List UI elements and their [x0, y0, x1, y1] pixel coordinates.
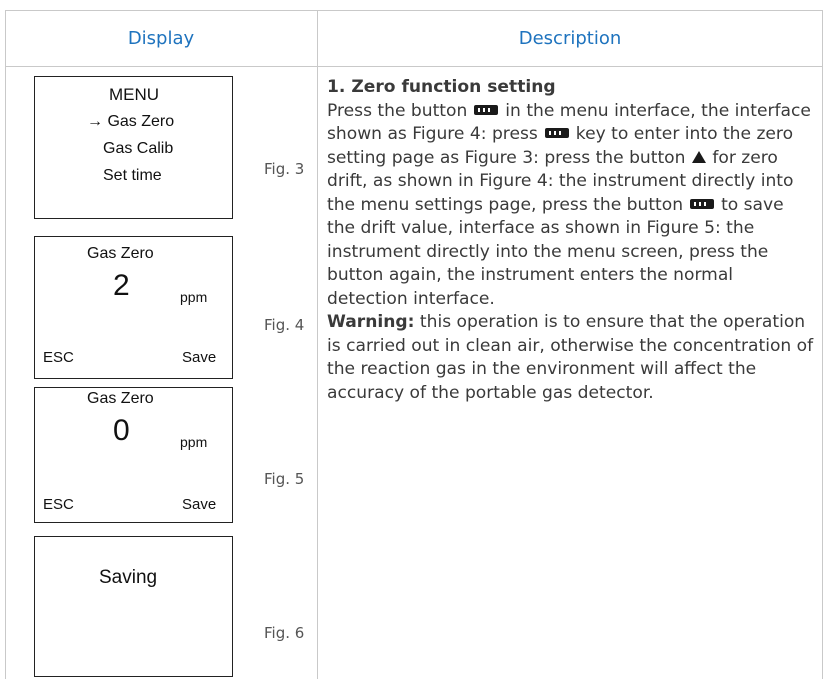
unit-label: ppm [180, 289, 208, 305]
menu-key-icon [690, 198, 715, 209]
lcd-screen-saving: Saving [34, 536, 233, 677]
screen-title: Gas Zero [87, 390, 154, 407]
section-heading: 1. Zero function setting [327, 77, 556, 97]
esc-label: ESC [43, 496, 74, 513]
menu-item-gas-calib: Gas Calib [103, 140, 174, 157]
save-label: Save [182, 349, 217, 366]
menu-title: MENU [109, 85, 160, 104]
table-left-border [5, 10, 6, 679]
warning-paragraph: Warning: this operation is to ensure tha… [327, 311, 817, 405]
menu-item-set-time: Set time [103, 167, 162, 184]
lcd-screen-menu: MENU → Gas Zero Gas Calib Set time [34, 76, 233, 219]
description-text: 1. Zero function setting Press the butto… [327, 76, 817, 405]
menu-key-icon [544, 128, 569, 138]
fig-5-label: Fig. 5 [264, 470, 305, 488]
instruction-text-1: Press the button [327, 100, 468, 121]
instructions-paragraph: Press the button in the menu interface, t… [327, 100, 817, 312]
unit-label: ppm [180, 434, 208, 450]
save-label: Save [182, 496, 217, 513]
fig-4-label: Fig. 4 [264, 316, 305, 334]
screen-title: Gas Zero [87, 245, 154, 262]
lcd-screen-gas-zero-0: Gas Zero 0 ppm ESC Save [34, 387, 233, 523]
table-right-border [822, 10, 823, 679]
warning-label: Warning: [327, 312, 415, 332]
table-header-divider [5, 66, 823, 67]
menu-key-icon [474, 104, 499, 115]
saving-text: Saving [99, 567, 158, 588]
esc-label: ESC [43, 349, 74, 366]
fig-3-label: Fig. 3 [264, 160, 305, 178]
fig-6-label: Fig. 6 [264, 624, 305, 642]
table-column-divider [317, 10, 318, 679]
menu-item-gas-zero: → Gas Zero [87, 113, 175, 130]
zero-value: 0 [113, 414, 130, 447]
up-triangle-icon [691, 150, 706, 163]
zero-value: 2 [113, 269, 130, 302]
lcd-screen-gas-zero-2: Gas Zero 2 ppm ESC Save [34, 236, 233, 379]
column-header-display: Display [127, 27, 195, 49]
column-header-description: Description [518, 27, 622, 49]
